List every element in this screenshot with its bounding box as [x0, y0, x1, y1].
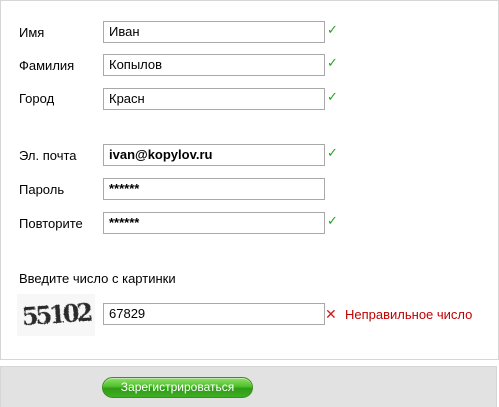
password-repeat-field[interactable]	[103, 212, 325, 234]
first-name-field[interactable]	[103, 21, 325, 43]
last-name-field[interactable]	[103, 54, 325, 76]
register-button[interactable]: Зарегистрироваться	[102, 377, 253, 398]
captcha-image-text: 55102	[21, 298, 93, 332]
city-field[interactable]	[103, 88, 325, 110]
password-repeat-label: Повторите	[19, 216, 83, 231]
last-name-label: Фамилия	[19, 58, 75, 73]
registration-form: Имя ✓ Фамилия ✓ Город ✓ Эл. почта ✓ Паро…	[0, 0, 499, 360]
password-repeat-valid-check-icon: ✓	[327, 213, 338, 228]
captcha-error-message: Неправильное число	[345, 307, 473, 322]
last-name-valid-check-icon: ✓	[327, 55, 338, 70]
captcha-field[interactable]	[103, 303, 325, 325]
email-label: Эл. почта	[19, 148, 77, 163]
first-name-label: Имя	[19, 25, 45, 40]
email-field[interactable]	[103, 144, 325, 166]
password-field[interactable]	[103, 178, 325, 200]
captcha-error-cross-icon: ✕	[325, 306, 337, 322]
captcha-image: 55102	[17, 294, 95, 336]
form-actions-bar: Зарегистрироваться	[0, 366, 497, 407]
email-valid-check-icon: ✓	[327, 145, 338, 160]
city-label: Город	[19, 91, 55, 106]
captcha-prompt: Введите число с картинки	[19, 271, 176, 286]
first-name-valid-check-icon: ✓	[327, 22, 338, 37]
password-label: Пароль	[19, 182, 65, 197]
registration-page: Имя ✓ Фамилия ✓ Город ✓ Эл. почта ✓ Паро…	[0, 0, 499, 407]
city-valid-check-icon: ✓	[327, 89, 338, 104]
